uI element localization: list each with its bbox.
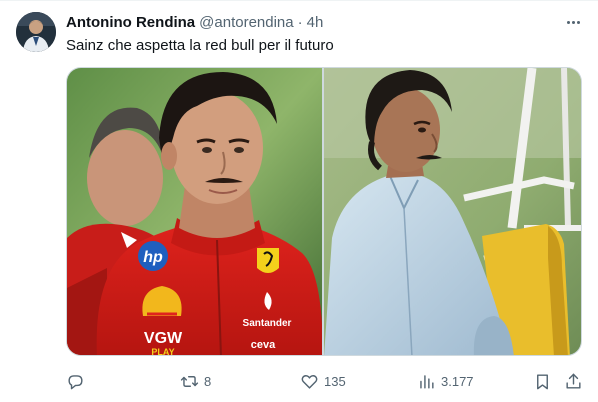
bookmark-icon xyxy=(537,373,548,389)
more-icon-dot xyxy=(571,20,575,24)
more-icon-dot xyxy=(576,20,580,24)
vgw-logo: VGW xyxy=(144,330,183,347)
repost-count: 8 xyxy=(204,373,212,389)
hp-logo-text: hp xyxy=(143,249,163,266)
bookmark-button[interactable] xyxy=(533,368,552,394)
avatar-image xyxy=(16,12,56,52)
views-count: 3.177 xyxy=(441,373,474,389)
like-button[interactable]: 135 xyxy=(300,368,346,394)
share-icon xyxy=(566,373,581,389)
more-options-button[interactable] xyxy=(560,10,586,34)
photo-left[interactable]: hp Santander VGW PLAY ceva xyxy=(67,68,322,355)
vgw-play-logo: PLAY xyxy=(151,347,174,355)
avatar[interactable] xyxy=(16,12,56,52)
tweet-text: Sainz che aspetta la red bull per il fut… xyxy=(66,37,334,54)
meme-photo xyxy=(324,68,581,355)
tweet-header: Antonino Rendina @antorendina · 4h xyxy=(66,12,323,32)
ceva-logo: ceva xyxy=(251,339,276,351)
repost-icon xyxy=(180,375,199,387)
reply-icon xyxy=(68,374,83,389)
santander-logo: Santander xyxy=(243,318,292,329)
views-button[interactable]: 3.177 xyxy=(417,368,474,394)
heart-icon xyxy=(301,374,318,389)
reply-button[interactable] xyxy=(66,368,85,394)
tweet-actions: 8 135 3.177 xyxy=(0,368,598,394)
photo-right[interactable] xyxy=(324,68,581,355)
divider xyxy=(0,0,598,1)
author-handle[interactable]: @antorendina xyxy=(199,14,293,31)
driver-photo: hp Santander VGW PLAY ceva xyxy=(67,68,322,355)
more-icon xyxy=(566,20,570,24)
like-count: 135 xyxy=(324,373,346,389)
share-button[interactable] xyxy=(564,368,583,394)
media-grid: hp Santander VGW PLAY ceva xyxy=(66,67,582,356)
author-name[interactable]: Antonino Rendina xyxy=(66,14,195,31)
repost-button[interactable]: 8 xyxy=(180,368,211,394)
views-icon xyxy=(420,374,434,389)
timestamp[interactable]: 4h xyxy=(307,14,324,31)
separator: · xyxy=(297,13,303,31)
